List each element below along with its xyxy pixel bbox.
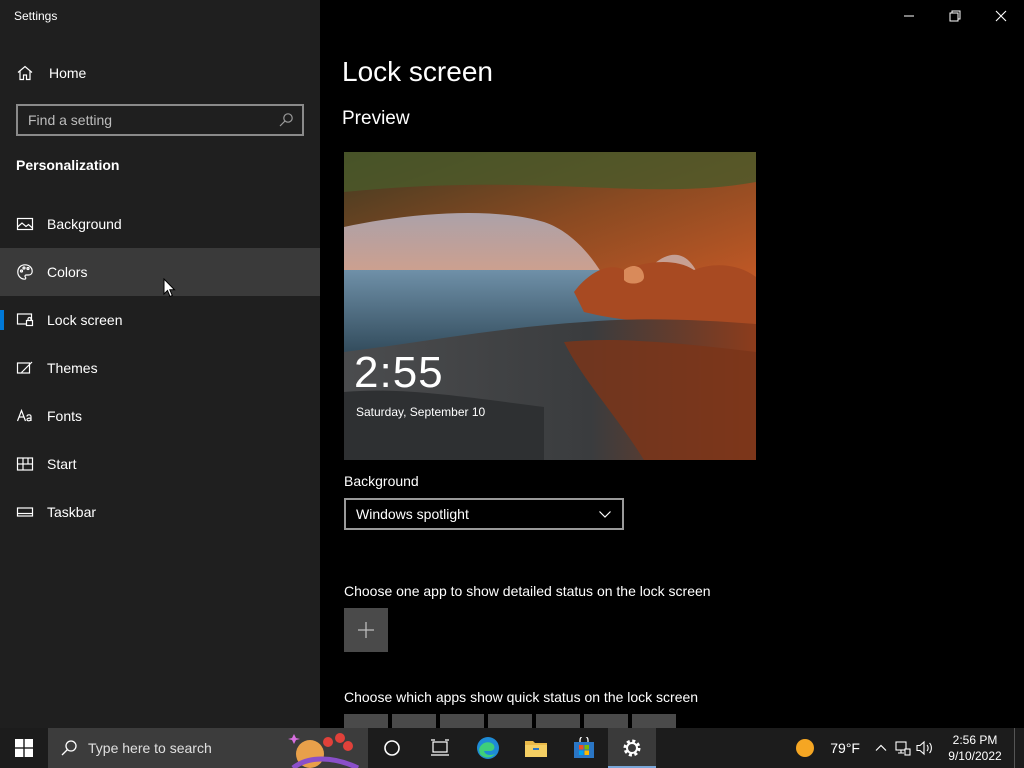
- clock-time: 2:56 PM: [952, 733, 998, 747]
- sidebar-item-label: Background: [47, 216, 122, 232]
- edge-icon: [477, 737, 499, 759]
- background-label: Background: [344, 473, 419, 489]
- quick-status-slots: [344, 714, 676, 728]
- sidebar-item-label: Lock screen: [47, 312, 123, 328]
- find-setting-search[interactable]: [16, 104, 304, 136]
- plus-icon: [358, 622, 374, 638]
- show-desktop-button[interactable]: [1014, 728, 1024, 768]
- palette-icon: [17, 264, 33, 280]
- start-layout-icon: [16, 457, 34, 471]
- section-title: Personalization: [16, 157, 120, 173]
- taskbar-search-box[interactable]: Type here to search: [48, 728, 368, 768]
- home-label: Home: [49, 65, 87, 81]
- restore-button[interactable]: [932, 0, 978, 32]
- quick-status-slot[interactable]: [344, 714, 388, 728]
- lock-screen-icon: [16, 313, 34, 327]
- preview-time: 2:55: [354, 348, 444, 397]
- sidebar-item-themes[interactable]: Themes: [0, 344, 320, 392]
- search-icon[interactable]: [278, 112, 294, 128]
- taskbar-icon: [16, 507, 34, 517]
- file-explorer-icon: [525, 741, 547, 757]
- personalization-nav: Background Colors Lock screen Themes Fon…: [0, 200, 320, 536]
- search-icon: [61, 740, 77, 756]
- detailed-status-label: Choose one app to show detailed status o…: [344, 583, 711, 599]
- sidebar-item-taskbar[interactable]: Taskbar: [0, 488, 320, 536]
- start-button[interactable]: [0, 728, 48, 768]
- brush-icon: [16, 361, 33, 374]
- sidebar-item-label: Fonts: [47, 408, 83, 424]
- preview-date: Saturday, September 10: [356, 405, 486, 419]
- find-setting-input[interactable]: [28, 112, 278, 128]
- taskbar-app-file-explorer[interactable]: [512, 728, 560, 768]
- task-view-icon: [431, 739, 449, 756]
- font-icon: [16, 408, 32, 422]
- network-button[interactable]: [892, 728, 914, 768]
- lock-screen-preview: 2:55 Saturday, September 10: [344, 152, 756, 460]
- cortana-icon: [384, 740, 400, 756]
- taskbar-app-edge[interactable]: [464, 728, 512, 768]
- home-icon: [17, 65, 33, 81]
- sidebar-item-label: Themes: [47, 360, 98, 376]
- sidebar-item-label: Colors: [47, 264, 88, 280]
- quick-status-slot[interactable]: [536, 714, 580, 728]
- taskbar-app-task-view[interactable]: [416, 728, 464, 768]
- quick-status-slot[interactable]: [440, 714, 484, 728]
- weather-temperature: 79°F: [830, 740, 860, 756]
- settings-sidebar: Settings Home Personalization Background…: [0, 0, 320, 728]
- volume-button[interactable]: [914, 728, 936, 768]
- taskbar-search-placeholder: Type here to search: [88, 740, 212, 756]
- quick-status-slot[interactable]: [632, 714, 676, 728]
- sidebar-item-lock-screen[interactable]: Lock screen: [0, 296, 320, 344]
- sunny-weather-icon: [796, 739, 815, 757]
- image-icon: [16, 217, 34, 231]
- taskbar-app-store[interactable]: [560, 728, 608, 768]
- background-dropdown-value: Windows spotlight: [356, 506, 469, 522]
- quick-status-slot[interactable]: [488, 714, 532, 728]
- quick-status-label: Choose which apps show quick status on t…: [344, 689, 699, 705]
- mouse-cursor-icon: [163, 278, 176, 298]
- search-highlight-illustration-icon: [288, 733, 360, 768]
- system-tray: 79°F 2:56 PM 9/10/2022: [796, 728, 1024, 768]
- sidebar-item-colors[interactable]: Colors: [0, 248, 320, 296]
- quick-status-slot[interactable]: [584, 714, 628, 728]
- preview-heading: Preview: [342, 108, 410, 129]
- sidebar-item-start[interactable]: Start: [0, 440, 320, 488]
- chevron-up-icon: [875, 744, 887, 751]
- network-icon: [895, 741, 911, 756]
- sidebar-item-label: Taskbar: [47, 504, 97, 520]
- sidebar-item-fonts[interactable]: Fonts: [0, 392, 320, 440]
- quick-status-slot[interactable]: [392, 714, 436, 728]
- taskbar-app-cortana[interactable]: [368, 728, 416, 768]
- page-title: Lock screen: [342, 56, 493, 87]
- close-button[interactable]: [978, 0, 1024, 32]
- weather-widget[interactable]: 79°F: [796, 739, 860, 757]
- chevron-down-icon: [599, 511, 611, 518]
- show-hidden-icons-button[interactable]: [870, 728, 892, 768]
- main-content: Lock screen Preview 2:55 Saturday, Septe…: [320, 0, 1024, 728]
- window-controls: [886, 0, 1024, 32]
- selection-indicator: [0, 310, 4, 330]
- speaker-icon: [916, 740, 932, 756]
- background-dropdown[interactable]: Windows spotlight: [344, 498, 624, 530]
- taskbar-app-settings[interactable]: [608, 728, 656, 768]
- windows-logo-icon: [15, 739, 33, 757]
- sidebar-item-background[interactable]: Background: [0, 200, 320, 248]
- minimize-button[interactable]: [886, 0, 932, 32]
- clock-date: 9/10/2022: [948, 749, 1002, 763]
- minimize-icon: [904, 15, 914, 17]
- sidebar-item-label: Start: [47, 456, 77, 472]
- store-icon: [574, 737, 594, 758]
- taskbar-clock[interactable]: 2:56 PM 9/10/2022: [940, 732, 1010, 764]
- restore-icon: [949, 10, 961, 22]
- home-nav-item[interactable]: Home: [0, 56, 320, 90]
- app-title: Settings: [14, 9, 58, 23]
- close-icon: [995, 10, 1007, 22]
- settings-icon: [623, 739, 641, 757]
- taskbar: Type here to search 79°F 2:56 PM 9/10/20…: [0, 728, 1024, 768]
- add-detailed-status-app-button[interactable]: [344, 608, 388, 652]
